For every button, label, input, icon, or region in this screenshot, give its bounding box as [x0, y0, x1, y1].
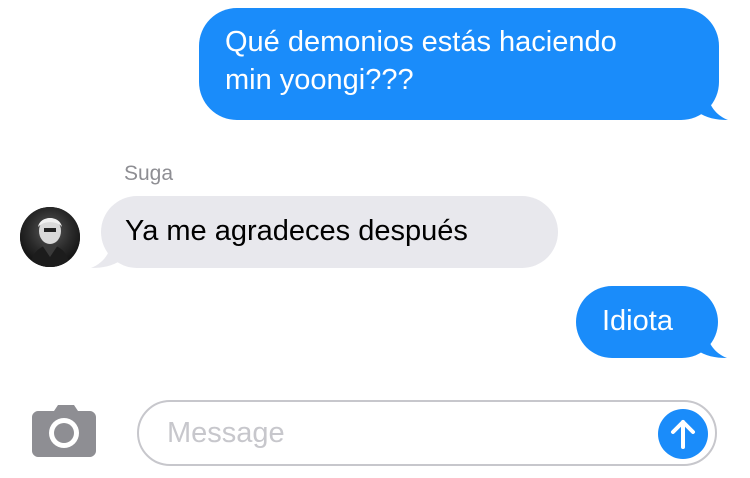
arrow-up-icon: [671, 420, 695, 449]
outgoing-message-bubble[interactable]: Idiota: [576, 286, 727, 358]
camera-button[interactable]: [32, 405, 96, 457]
imessage-conversation: Qué demonios estás haciendo min yoongi??…: [0, 0, 750, 478]
incoming-message-bubble[interactable]: Ya me agradeces después: [91, 196, 558, 268]
message-text: Ya me agradeces después: [125, 215, 468, 247]
avatar[interactable]: [20, 207, 80, 267]
message-text: Qué demonios estás haciendo min yoongi??…: [225, 26, 617, 96]
bubble-tail-icon: [698, 96, 728, 120]
sender-name: Suga: [124, 162, 174, 185]
bubble-tail-icon: [91, 244, 121, 268]
bubble-tail-icon: [697, 334, 727, 358]
send-button[interactable]: [658, 409, 708, 459]
message-input-container[interactable]: [137, 400, 717, 466]
avatar-image: [20, 207, 80, 267]
camera-icon: [32, 405, 96, 457]
message-text: Idiota: [602, 305, 673, 337]
message-input[interactable]: [167, 412, 637, 454]
outgoing-message-bubble[interactable]: Qué demonios estás haciendo min yoongi??…: [199, 8, 728, 120]
